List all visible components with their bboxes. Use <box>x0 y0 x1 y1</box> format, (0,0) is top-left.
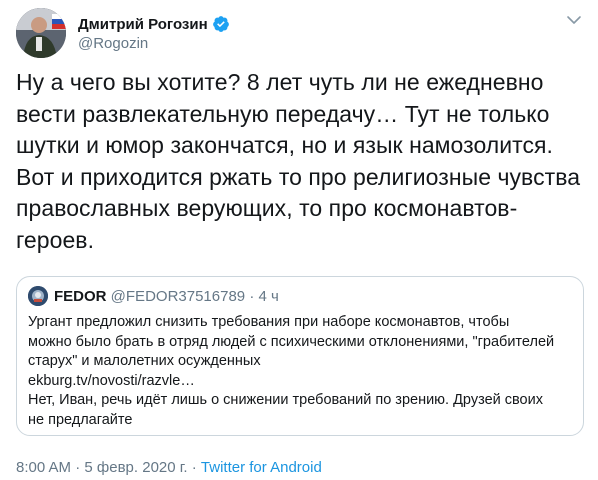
tweet-text-line: Ну а чего вы хотите? 8 лет чуть ли не еж… <box>16 69 544 95</box>
quoted-text-line: можно было брать в отряд людей с психиче… <box>28 333 555 350</box>
quoted-text-line: Нет, Иван, речь идёт лишь о снижении тре… <box>28 392 543 408</box>
tweet-text: Ну а чего вы хотите? 8 лет чуть ли не еж… <box>16 67 586 256</box>
tweet-text-line: православных верующих, то про космонавто… <box>16 195 518 221</box>
tweet-header: Дмитрий Рогозин @Rogozin <box>16 8 586 64</box>
author-avatar[interactable] <box>16 8 66 58</box>
quoted-separator: · <box>249 288 255 305</box>
quoted-text-line: не предлагайте <box>28 411 133 428</box>
tweet-date[interactable]: 5 февр. 2020 г. <box>84 459 187 476</box>
tweet-text-line: вести развлекательную передачу… Тут не т… <box>16 100 550 127</box>
tweet-footer: 8:00 AM · 5 февр. 2020 г. · Twitter for … <box>16 459 322 476</box>
author-name-row: Дмитрий Рогозин <box>78 15 230 33</box>
author-handle[interactable]: @Rogozin <box>78 35 148 52</box>
footer-separator: · <box>191 459 197 476</box>
verified-badge-icon <box>212 15 230 33</box>
quoted-avatar-image <box>28 286 48 306</box>
quoted-link[interactable]: ekburg.tv/novosti/razvle… <box>28 372 573 392</box>
tweet-text-line: героев. <box>16 226 95 253</box>
quoted-tweet[interactable]: FEDOR @FEDOR37516789 · 4 ч Ургант предло… <box>16 276 584 436</box>
quoted-header: FEDOR @FEDOR37516789 · 4 ч <box>54 288 279 305</box>
footer-separator: · <box>75 459 81 476</box>
tweet-text-line: Вот и приходится ржать то про религиозны… <box>16 163 581 190</box>
quoted-text: Ургант предложил снизить требования при … <box>28 313 573 430</box>
quoted-text-line: старух" и малолетних осужденных <box>28 353 261 369</box>
quoted-age: 4 ч <box>258 288 279 305</box>
quoted-text-line: Ургант предложил снизить требования при … <box>28 314 510 330</box>
quoted-handle: @FEDOR37516789 <box>110 288 246 305</box>
quoted-author-avatar <box>28 286 48 306</box>
chevron-down-icon[interactable] <box>564 10 584 30</box>
author-name[interactable]: Дмитрий Рогозин <box>78 16 208 33</box>
tweet-text-line: шутки и юмор закончатся, но и язык намоз… <box>16 132 553 158</box>
quoted-author-name: FEDOR <box>54 288 107 305</box>
tweet-time[interactable]: 8:00 AM <box>16 459 71 476</box>
avatar-image <box>16 8 66 58</box>
tweet-source-link[interactable]: Twitter for Android <box>201 459 322 476</box>
